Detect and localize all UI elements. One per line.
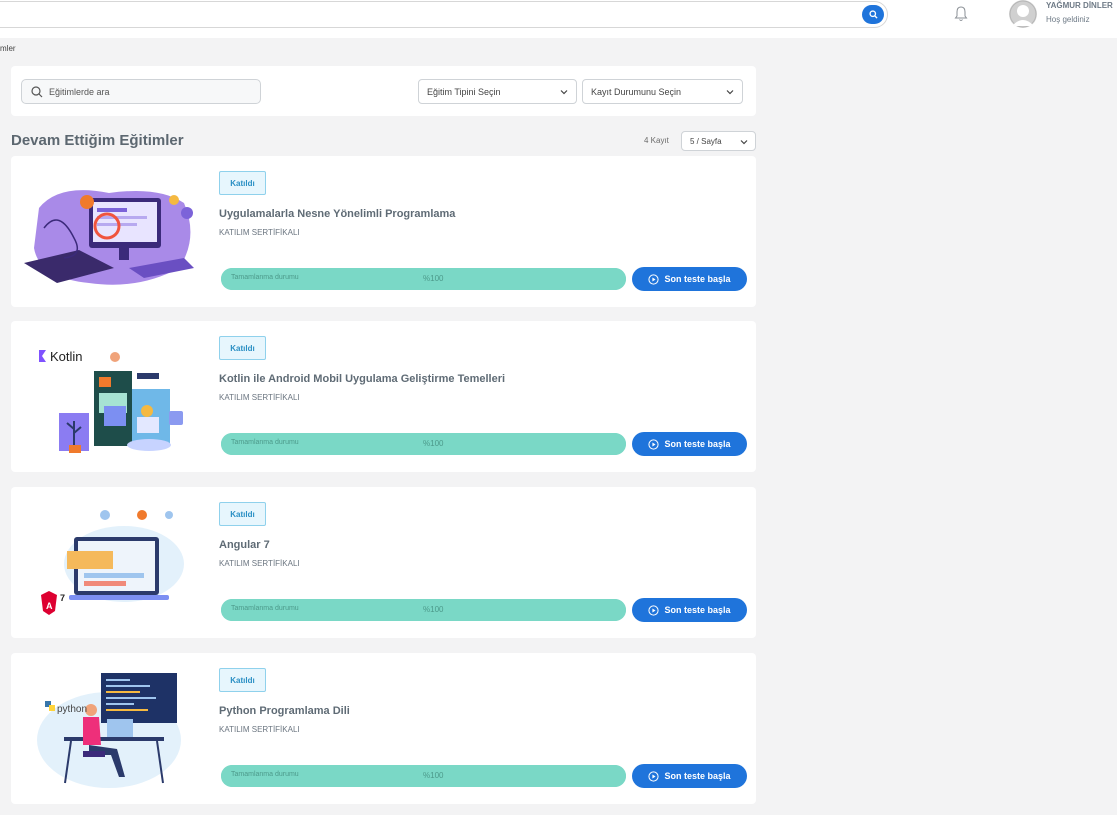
start-final-test-button[interactable]: Son teste başla [632,764,747,788]
registration-status-label: Kayıt Durumunu Seçin [591,86,682,97]
course-title[interactable]: Kotlin ile Android Mobil Uygulama Gelişt… [219,373,505,385]
course-thumbnail[interactable] [19,168,209,293]
search-icon [868,10,878,19]
start-final-test-label: Son teste başla [664,605,731,615]
certificate-type: KATILIM SERTİFİKALI [219,228,300,237]
search-button[interactable] [862,5,884,24]
thumbnail-text: 7 [60,593,65,603]
progress-label: Tamamlanma durumu [231,771,299,778]
progress-bar: Tamamlanma durumu %100 [221,765,626,787]
breadcrumb[interactable]: mler [0,44,16,53]
start-final-test-label: Son teste başla [664,439,731,449]
progress-label: Tamamlanma durumu [231,605,299,612]
course-card: Kotlin Katıldı Kotlin ile Android Mobil … [11,321,756,472]
user-name[interactable]: YAĞMUR DİNLER [1046,1,1113,10]
search-icon [31,85,43,97]
thumbnail-text: Kotlin [50,349,83,364]
progress-value: %100 [423,274,444,283]
user-avatar[interactable] [1009,0,1037,28]
course-thumbnail[interactable]: Kotlin [19,333,209,458]
status-badge: Katıldı [219,171,266,195]
start-final-test-button[interactable]: Son teste başla [632,267,747,291]
global-search-input[interactable] [0,1,888,28]
progress-bar: Tamamlanma durumu %100 [221,599,626,621]
registration-status-select[interactable]: Kayıt Durumunu Seçin [582,79,743,104]
thumbnail-text: python [57,704,87,715]
play-circle-icon [648,770,660,782]
certificate-type: KATILIM SERTİFİKALI [219,559,300,568]
status-badge: Katıldı [219,502,266,526]
education-type-select[interactable]: Eğitim Tipini Seçin [418,79,577,104]
course-card: Katıldı Uygulamalarla Nesne Yönelimli Pr… [11,156,756,307]
play-circle-icon [648,604,660,616]
status-badge: Katıldı [219,668,266,692]
start-final-test-button[interactable]: Son teste başla [632,432,747,456]
chevron-down-icon [560,90,568,95]
section-title: Devam Ettiğim Eğitimler [11,132,184,149]
play-circle-icon [648,438,660,450]
page-size-label: 5 / Sayfa [690,137,722,146]
filter-panel: Eğitimlerde ara Eğitim Tipini Seçin Kayı… [11,66,756,116]
record-count: 4 Kayıt [644,136,669,145]
user-icon [1009,0,1037,28]
play-circle-icon [648,273,660,285]
course-search-input[interactable]: Eğitimlerde ara [21,79,261,104]
course-title[interactable]: Angular 7 [219,539,270,551]
progress-bar: Tamamlanma durumu %100 [221,268,626,290]
education-type-label: Eğitim Tipini Seçin [427,86,501,97]
search-placeholder: Eğitimlerde ara [49,86,110,97]
course-title[interactable]: Python Programlama Dili [219,705,350,717]
page-size-select[interactable]: 5 / Sayfa [681,131,756,151]
progress-label: Tamamlanma durumu [231,274,299,281]
start-final-test-label: Son teste başla [664,771,731,781]
svg-text:A: A [46,601,53,611]
course-title[interactable]: Uygulamalarla Nesne Yönelimli Programlam… [219,208,455,220]
greeting: Hoş geldiniz [1046,15,1090,24]
start-final-test-label: Son teste başla [664,274,731,284]
course-card: python Katıldı Python Programlama Dili K… [11,653,756,804]
bell-icon[interactable] [953,5,969,23]
course-thumbnail[interactable]: python [19,665,209,790]
status-badge: Katıldı [219,336,266,360]
progress-label: Tamamlanma durumu [231,439,299,446]
course-card: A 7 Katıldı Angular 7 KATILIM SERTİFİKAL… [11,487,756,638]
certificate-type: KATILIM SERTİFİKALI [219,393,300,402]
course-thumbnail[interactable]: A 7 [19,499,209,624]
top-bar: YAĞMUR DİNLER Hoş geldiniz [0,0,1117,38]
progress-value: %100 [423,771,444,780]
progress-value: %100 [423,605,444,614]
certificate-type: KATILIM SERTİFİKALI [219,725,300,734]
start-final-test-button[interactable]: Son teste başla [632,598,747,622]
progress-value: %100 [423,439,444,448]
chevron-down-icon [740,140,748,145]
chevron-down-icon [726,90,734,95]
progress-bar: Tamamlanma durumu %100 [221,433,626,455]
